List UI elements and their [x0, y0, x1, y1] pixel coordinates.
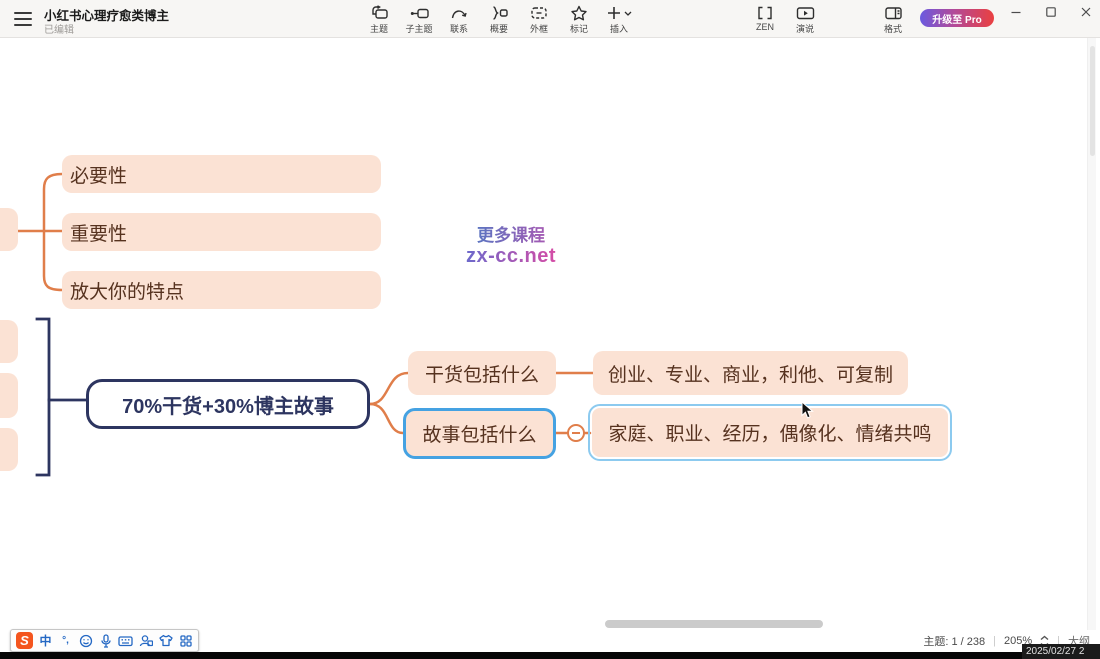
- document-status: 已编辑: [44, 21, 74, 36]
- marker-label: 标记: [570, 22, 588, 35]
- mouse-cursor: [801, 401, 816, 425]
- account-icon[interactable]: [138, 633, 153, 649]
- node-story[interactable]: 故事包括什么: [403, 408, 556, 459]
- title-bar: 小红书心理疗愈类博主 已编辑 主题 子主题 联系: [0, 0, 1100, 38]
- node-dry-goods-detail[interactable]: 创业、专业、商业，利他、可复制: [593, 351, 908, 395]
- summary-button[interactable]: 概要: [484, 4, 514, 35]
- insert-button[interactable]: 插入: [604, 4, 634, 35]
- maximize-button[interactable]: [1035, 0, 1067, 24]
- boundary-icon: [530, 4, 548, 21]
- watermark: 更多课程 zx-cc.net: [450, 221, 572, 268]
- date-overlay: 2025/02/27 2: [1022, 644, 1100, 659]
- mindmap-connectors: [0, 38, 1100, 659]
- present-button[interactable]: 演说: [790, 4, 820, 35]
- summary-label: 概要: [490, 22, 508, 35]
- status-divider: |: [993, 635, 996, 647]
- node-amplify-traits[interactable]: 放大你的特点: [62, 271, 381, 309]
- watermark-line2: zx-cc.net: [450, 245, 572, 268]
- upgrade-pro-button[interactable]: 升级至 Pro: [920, 9, 994, 27]
- node-story-detail[interactable]: 家庭、职业、经历，偶像化、情绪共鸣: [592, 408, 948, 457]
- right-toolbar: ZEN 演说: [750, 4, 820, 35]
- vertical-scrollbar-thumb[interactable]: [1090, 46, 1095, 156]
- node-importance[interactable]: 重要性: [62, 213, 381, 251]
- keyboard-icon[interactable]: [118, 633, 133, 649]
- vertical-scrollbar[interactable]: [1087, 38, 1096, 630]
- close-button[interactable]: [1070, 0, 1100, 24]
- collapse-button[interactable]: [567, 424, 585, 442]
- mindmap-canvas[interactable]: 必要性 重要性 放大你的特点 70%干货+30%博主故事 干货包括什么 创业、专…: [0, 38, 1100, 652]
- format-label: 格式: [884, 22, 902, 35]
- skin-icon[interactable]: [158, 633, 173, 649]
- main-toolbar: 主题 子主题 联系 概要: [364, 4, 634, 35]
- node-70-30-formula[interactable]: 70%干货+30%博主故事: [86, 379, 370, 429]
- insert-icon: [606, 4, 632, 21]
- boundary-button[interactable]: 外框: [524, 4, 554, 35]
- chevron-up-icon: [1040, 635, 1049, 641]
- clipped-node-2[interactable]: [0, 373, 18, 418]
- horizontal-scrollbar-thumb[interactable]: [605, 620, 823, 628]
- letterbox-bar: [0, 652, 1100, 659]
- summary-icon: [490, 4, 508, 21]
- format-button[interactable]: 格式: [878, 4, 908, 35]
- topic-button[interactable]: 主题: [364, 4, 394, 35]
- present-icon: [796, 4, 815, 21]
- microphone-icon[interactable]: [98, 633, 113, 649]
- subtopic-label: 子主题: [405, 22, 432, 35]
- topic-counter: 主题: 1 / 238: [923, 633, 985, 649]
- node-necessity[interactable]: 必要性: [62, 155, 381, 193]
- subtopic-icon: [410, 4, 429, 21]
- clipped-node-1[interactable]: [0, 320, 18, 363]
- node-dry-goods[interactable]: 干货包括什么: [408, 351, 556, 395]
- marker-button[interactable]: 标记: [564, 4, 594, 35]
- topic-label: 主题: [370, 22, 388, 35]
- present-label: 演说: [796, 22, 814, 35]
- zen-icon: [756, 4, 774, 21]
- clipped-node-3[interactable]: [0, 428, 18, 471]
- zen-label: ZEN: [756, 22, 774, 32]
- minimize-button[interactable]: [1000, 0, 1032, 24]
- ime-punctuation-button[interactable]: °,: [58, 633, 73, 649]
- hamburger-menu-icon[interactable]: [14, 12, 32, 26]
- xmind-window: 小红书心理疗愈类博主 已编辑 主题 子主题 联系: [0, 0, 1100, 659]
- insert-label: 插入: [610, 22, 628, 35]
- relationship-label: 联系: [450, 22, 468, 35]
- format-icon: [884, 4, 903, 21]
- marker-icon: [570, 4, 588, 21]
- zen-button[interactable]: ZEN: [750, 4, 780, 35]
- sogou-logo-icon[interactable]: S: [16, 632, 33, 649]
- relationship-icon: [450, 4, 468, 21]
- watermark-line1: 更多课程: [450, 221, 572, 246]
- clipped-parent-node[interactable]: [0, 208, 18, 251]
- subtopic-button[interactable]: 子主题: [404, 4, 434, 35]
- relationship-button[interactable]: 联系: [444, 4, 474, 35]
- ime-language-button[interactable]: 中: [38, 633, 53, 649]
- boundary-label: 外框: [530, 22, 548, 35]
- ime-toolbar: S 中 °,: [10, 629, 199, 652]
- topic-icon: [370, 4, 389, 21]
- emoji-icon[interactable]: [78, 633, 93, 649]
- more-tools-grid-icon[interactable]: [178, 633, 193, 649]
